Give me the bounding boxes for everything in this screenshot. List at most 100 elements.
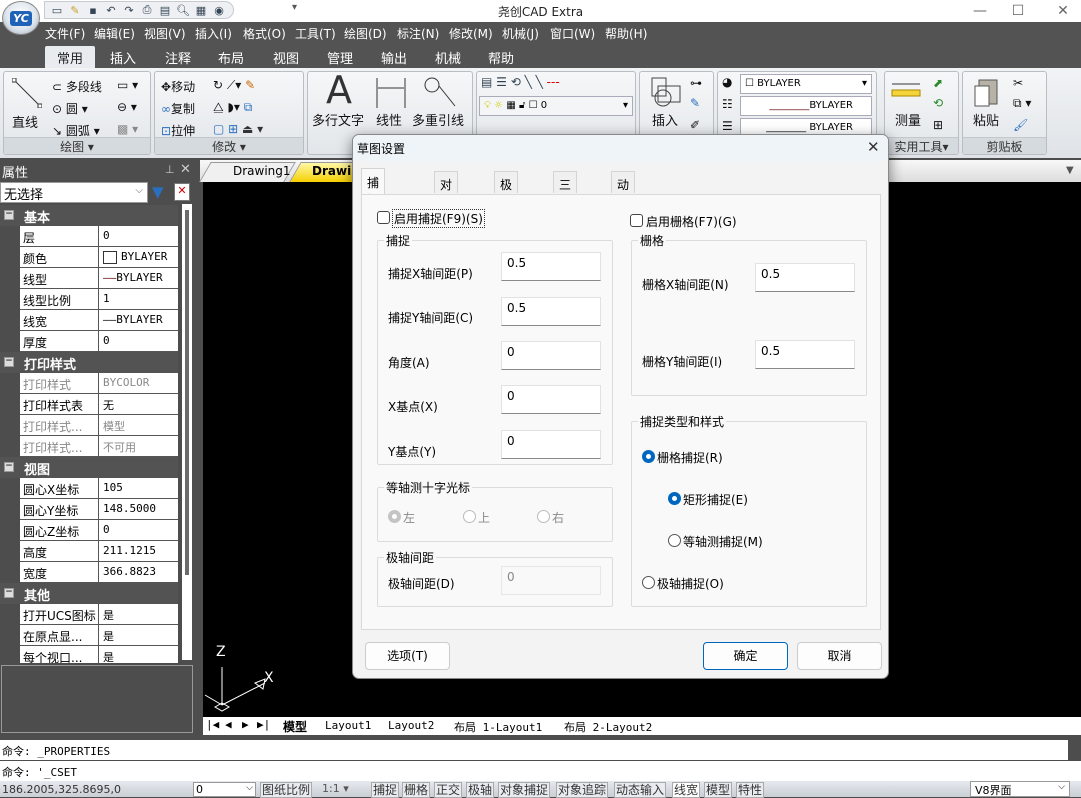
property-row[interactable]: 每个视口... 是 [20,646,178,663]
hatch-icon[interactable]: ▩ ▾ [117,122,138,136]
command-input[interactable]: 命令: '_CSET [0,761,1081,781]
property-section-header[interactable]: − 视图 [0,457,178,478]
tab-dynamic-input[interactable]: 动态输入 [611,171,636,243]
property-section-header[interactable]: − 其他 [0,583,178,604]
copy-button[interactable]: ∞复制 [161,100,195,117]
edit-attribute-icon[interactable]: ✎ [690,96,700,110]
property-row[interactable]: 打印样式 BYCOLOR [20,373,178,394]
polyline-button[interactable]: ⊂ 多段线 [52,78,102,95]
menu-insert[interactable]: 插入(I) [195,25,232,42]
collapse-icon[interactable]: − [4,462,14,472]
property-row[interactable]: 线型比例 1 [20,289,178,310]
property-row[interactable]: 高度 211.1215 [20,541,178,562]
tab-object-snap[interactable]: 对象捕捉 [434,171,459,243]
collapse-icon[interactable]: − [4,357,14,367]
toggle-model[interactable]: 模型 [704,782,733,798]
first-layout-button[interactable]: |◀ [206,718,219,731]
toggle-snap[interactable]: 捕捉 [371,782,400,798]
color-combo[interactable]: ☐ BYLAYER ▾ [740,74,872,94]
y-base-input[interactable]: 0 [501,430,601,459]
copy-clip-icon[interactable]: ⧉ ▾ [1013,96,1031,111]
mirror-icon[interactable]: ⧋ ◗▾ ⧉ [213,100,252,115]
create-block-icon[interactable]: ⊶ [690,76,702,90]
snap-x-spacing-input[interactable]: 0.5 [501,252,601,281]
linetype-combo[interactable]: ________BYLAYER [740,96,872,116]
property-row[interactable]: 圆心X坐标 105 [20,478,178,499]
snap-on-checkbox[interactable] [377,211,390,224]
ellipse-icon[interactable]: ⊖ ▾ [117,100,137,114]
property-row[interactable]: 线宽 ——BYLAYER [20,310,178,331]
menu-draw[interactable]: 绘图(D) [344,25,387,42]
ribbon-tab-manage[interactable]: 管理 [327,48,353,67]
menu-edit[interactable]: 编辑(E) [94,25,135,42]
maximize-button[interactable]: ☐ [998,0,1038,22]
polar-snap-radio[interactable] [642,576,655,589]
menu-window[interactable]: 窗口(W) [550,25,595,42]
property-row[interactable]: 圆心Y坐标 148.5000 [20,499,178,520]
iso-right-radio[interactable] [537,510,550,523]
ribbon-tab-home[interactable]: 常用 [45,46,96,68]
property-row[interactable]: 打开UCS图标是 [20,604,178,625]
draw-panel-title[interactable]: 绘图 ▾ [4,137,150,154]
layout-tab-layout-2[interactable]: 布局 2-Layout2 [564,719,652,735]
property-section-header[interactable]: − 基本 [0,205,178,226]
property-section-header[interactable]: − 打印样式 [0,352,178,373]
layout-tab-layout1[interactable]: Layout1 [325,719,371,732]
minimize-button[interactable]: — [960,0,1000,22]
circle-button[interactable]: ⊙ 圆 ▾ [52,100,88,117]
menu-dimension[interactable]: 标注(N) [397,25,439,42]
property-row[interactable]: 层0 [20,226,178,247]
tab-3d-settings[interactable]: 三维设置 [553,171,578,243]
toggle-properties[interactable]: 特性 [736,782,765,798]
tab-snap-grid[interactable]: 捕捉和栅格 [361,168,386,258]
layout-tab-layout-1[interactable]: 布局 1-Layout1 [454,719,542,735]
move-button[interactable]: ✥移动 [161,78,195,95]
cancel-button[interactable]: 取消 [797,642,882,670]
toggle-dyn[interactable]: 动态输入 [614,782,667,798]
snap-on-label[interactable]: 启用捕捉(F9)(S) [392,209,485,228]
linear-dim-button[interactable]: 线性 [376,110,402,129]
prev-layout-button[interactable]: ◀ [225,718,232,731]
iso-left-radio[interactable] [388,510,401,523]
options-button[interactable]: 选项(T) [365,642,450,670]
mtext-button[interactable]: 多行文字 [312,110,364,129]
quick-select-filter-icon[interactable]: ▼ [152,183,164,201]
ribbon-tab-annotate[interactable]: 注释 [165,48,191,67]
scale-combo[interactable]: 1:1 ▾ [322,782,349,795]
property-row[interactable]: 厚度 0 [20,331,178,352]
toggle-otrack[interactable]: 对象追踪 [556,782,609,798]
layer-combo[interactable]: 💡︎ ☼ ▦ 🔓︎ ☐ 0 ▾ [479,96,633,116]
menu-view[interactable]: 视图(V) [144,25,186,42]
grid-y-spacing-input[interactable]: 0.5 [755,340,855,369]
layer-tools-icons[interactable]: ▤ ☰ ⟲ ╲ ╲ --- [481,75,560,89]
iso-top-radio[interactable] [463,510,476,523]
property-row[interactable]: 线型 ——BYLAYER [20,268,178,289]
menu-modify[interactable]: 修改(M) [449,25,493,42]
layout-tab-model[interactable]: 模型 [283,718,307,735]
collapse-icon[interactable]: − [4,210,14,220]
doc-tab-drawing1[interactable]: Drawing1 [233,164,291,178]
utilities-panel-title[interactable]: 实用工具▾ [885,137,958,154]
property-row[interactable]: 宽度 366.8823 [20,562,178,583]
property-row[interactable]: 打印样式... 模型 [20,415,178,436]
pin-icon[interactable]: ⊥ [165,163,175,176]
ribbon-tab-output[interactable]: 输出 [381,48,407,67]
modify-panel-title[interactable]: 修改 ▾ [155,137,303,154]
toggle-lineweight[interactable]: 线宽 [672,782,701,798]
match-properties-icon[interactable]: 🖌︎ [1013,118,1028,132]
menu-help[interactable]: 帮助(H) [605,25,647,42]
polar-distance-input[interactable]: 0 [501,566,601,595]
grid-snap-radio[interactable] [642,450,655,463]
rotate-icon[interactable]: ↻ ⟋▾ ✎ [213,78,255,93]
dialog-close-button[interactable]: ✕ [867,138,880,156]
array-icon[interactable]: ▢ ⊞ ⏏ ▾ [213,122,263,136]
ribbon-tab-view[interactable]: 视图 [273,48,299,67]
isometric-snap-radio[interactable] [668,534,681,547]
line-button[interactable]: 直线 [12,112,38,131]
property-row[interactable]: 打印样式表无 [20,394,178,415]
property-row[interactable]: 颜色 BYLAYER [20,247,178,268]
properties-scroll-thumb[interactable] [185,210,189,575]
layout-tab-layout2[interactable]: Layout2 [388,719,434,732]
close-window-button[interactable]: ✕ [1043,0,1081,22]
quick-select-icon[interactable]: ⬈ [933,76,943,90]
